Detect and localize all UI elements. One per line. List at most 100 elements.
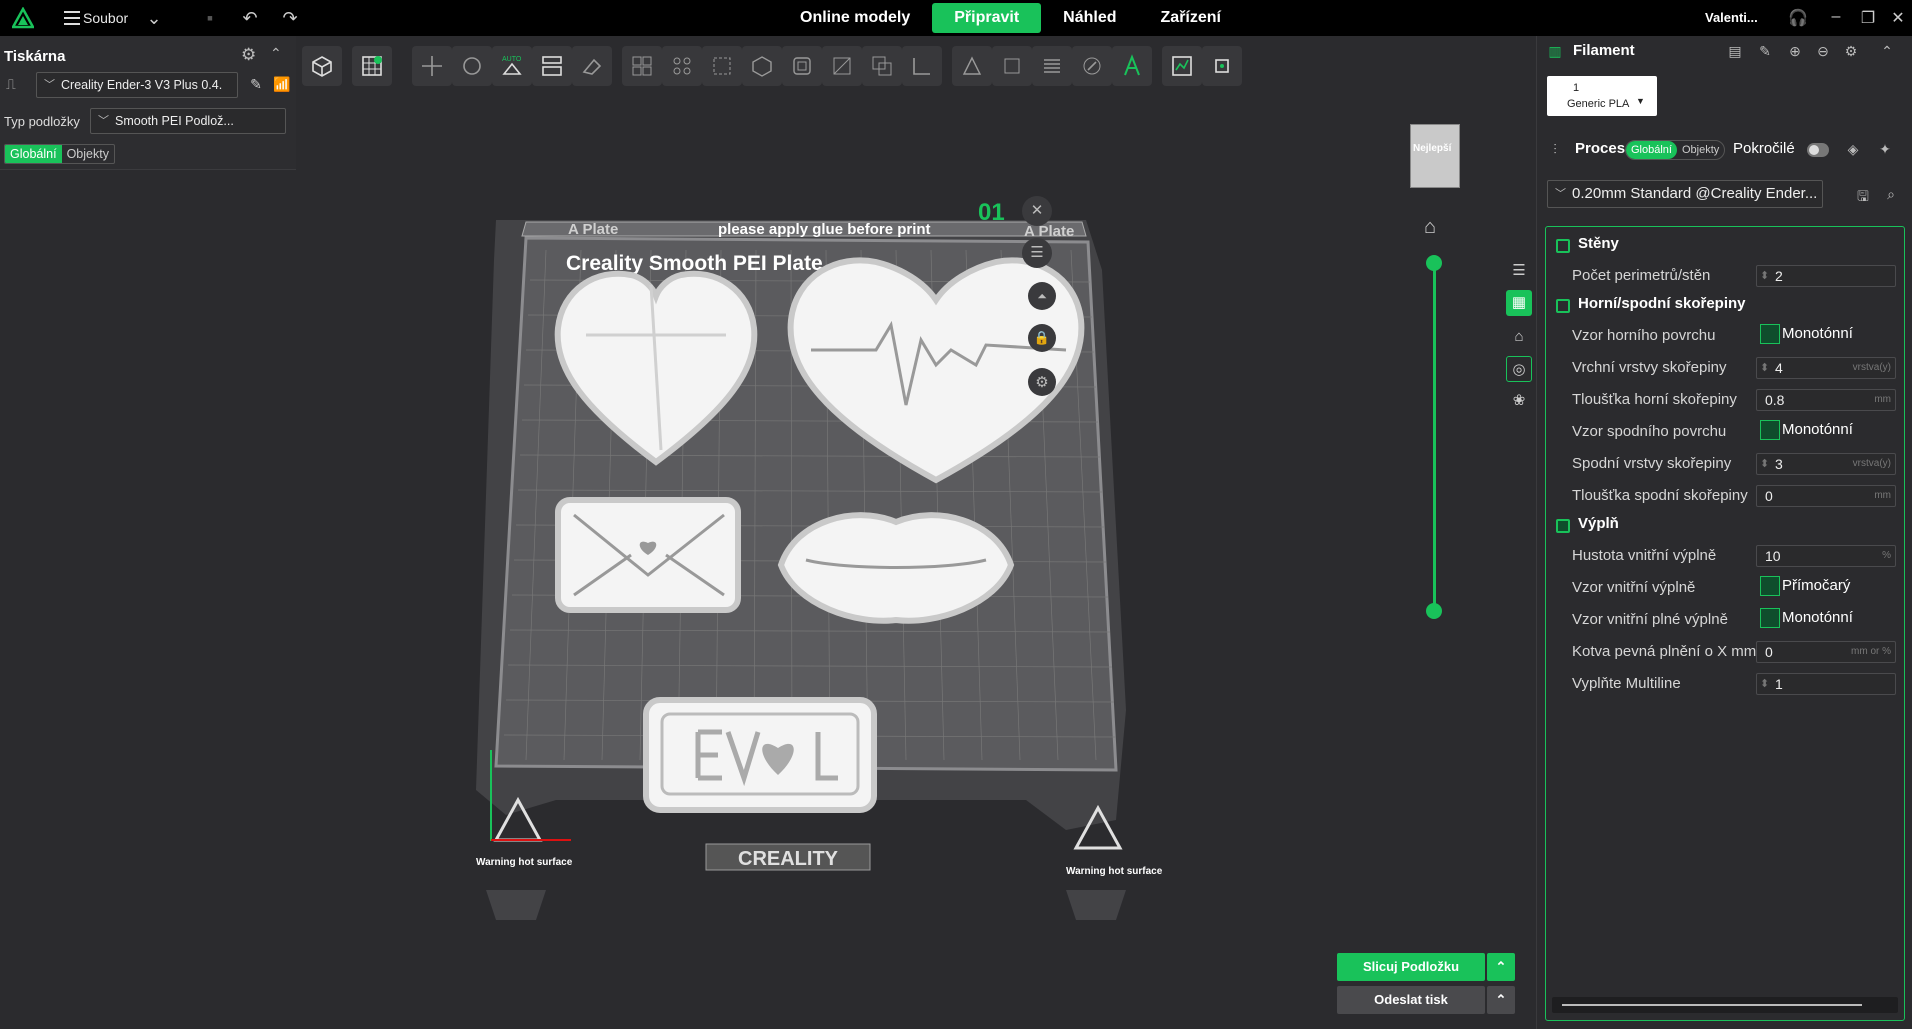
scope-toggle: Globální Objekty [4,144,115,164]
filament-edit-icon[interactable]: ✎ [1755,43,1775,60]
bottom-pattern-select[interactable]: Monotónní [1758,419,1898,441]
process-preset-select[interactable]: ﹀ 0.20mm Standard @Creality Ender... [1547,180,1823,208]
hollow-button[interactable] [782,46,822,86]
file-menu[interactable]: Soubor [83,10,128,26]
save-preset-icon[interactable]: 🖫 [1853,186,1873,210]
save-icon[interactable]: ▪ [198,6,222,30]
edit-icon[interactable]: ✎ [244,72,268,96]
redo-icon[interactable]: ↷ [278,6,302,30]
top-pattern-select[interactable]: Monotónní [1758,323,1898,345]
scope-global[interactable]: Globální [5,145,62,163]
lay-on-face-button[interactable] [572,46,612,86]
model-love-sign[interactable] [643,697,877,813]
objects-list-tab[interactable]: ☰ [1506,258,1532,284]
tab-online-models[interactable]: Online modely [778,3,932,33]
add-filament-icon[interactable]: ⊕ [1785,43,1805,60]
lock-icon[interactable]: 🔒 [1028,324,1056,352]
scale-button[interactable] [702,46,742,86]
search-icon[interactable]: ⌕ [1881,186,1901,203]
compare-icon[interactable]: ◈ [1843,141,1863,158]
scope-objects[interactable]: Objekty [62,145,114,163]
advanced-toggle[interactable] [1807,143,1829,157]
plate-type-select[interactable]: ﹀ Smooth PEI Podlož... [90,108,286,134]
layers-button[interactable] [1032,46,1072,86]
printer-plugin-button[interactable] [1202,46,1242,86]
plate-settings-icon[interactable]: ⚙ [1028,368,1056,396]
plugins-tab[interactable]: ❀ [1506,388,1532,414]
undo-icon[interactable]: ↶ [238,6,262,30]
viewport-3d[interactable]: A Plate A Plate please apply glue before… [296,100,1536,1000]
bottom-layers-input[interactable]: 3 vrstva(y) [1756,453,1896,475]
orient-button[interactable] [412,46,452,86]
send-options-button[interactable]: ⌃ [1487,986,1515,1014]
plate-list-button[interactable]: ☰ [1022,238,1052,268]
printer-select[interactable]: ﹀ Creality Ender-3 V3 Plus 0.4. [36,72,238,98]
infill-pattern-select[interactable]: Přímočarý [1758,575,1898,597]
seam-button[interactable] [952,46,992,86]
infill-density-input[interactable]: 10% [1756,545,1896,567]
user-account[interactable]: Valenti... [1705,10,1758,25]
close-button[interactable]: ✕ [1888,8,1908,28]
scrollbar-thumb[interactable] [1562,1004,1862,1006]
slice-plate-button[interactable]: Slicuj Podložku [1337,953,1485,981]
headset-icon[interactable]: 🎧 [1788,8,1808,28]
layer-slider-bottom-handle[interactable] [1426,603,1442,619]
tab-prepare[interactable]: Připravit [932,3,1042,33]
add-object-button[interactable] [302,46,342,86]
text-button[interactable] [1112,46,1152,86]
split-objects-button[interactable] [622,46,662,86]
model-lips[interactable] [777,512,1015,624]
horizontal-scrollbar[interactable] [1552,997,1898,1013]
auto-arrange-plate-button[interactable]: ⏶ [1028,282,1056,310]
collapse-icon[interactable]: ⌃ [1877,43,1897,60]
collapse-icon[interactable]: ⌃ [270,45,288,63]
measure-button[interactable] [902,46,942,86]
cut-button[interactable] [742,46,782,86]
wifi-icon[interactable]: 📶 [270,72,294,96]
maximize-button[interactable]: ❐ [1858,8,1878,28]
build-plate[interactable]: A Plate A Plate please apply glue before… [466,150,1346,980]
process-tab[interactable]: ▦ [1506,290,1532,316]
split-parts-button[interactable] [662,46,702,86]
boolean-button[interactable] [862,46,902,86]
tab-device[interactable]: Zařízení [1139,3,1243,33]
infill-anchor-input[interactable]: 0 mm or % [1756,641,1896,663]
gear-icon[interactable]: ⚙ [241,45,261,65]
tab-preview[interactable]: Náhled [1041,3,1138,33]
process-scope-objects[interactable]: Objekty [1677,141,1724,159]
menu-icon[interactable] [64,11,80,25]
settings-panel: ▥ Filament ▤ ✎ ⊕ ⊖ ⚙ ⌃ 1 Generic PLA ▼ ⫶… [1536,36,1912,1029]
auto-orient-button[interactable]: AUTO [492,46,532,86]
top-layers-input[interactable]: 4 vrstva(y) [1756,357,1896,379]
minimize-button[interactable]: – [1826,8,1846,26]
arrange-button[interactable] [452,46,492,86]
support-tab[interactable]: ⌂ [1506,324,1532,350]
view-cube[interactable]: Nejlepší [1410,124,1460,188]
wand-icon[interactable]: ✦ [1875,141,1895,158]
filament-sync-icon[interactable]: ▤ [1725,43,1745,60]
filament-slot-1[interactable]: 1 Generic PLA ▼ [1547,76,1657,116]
layer-slider-top-handle[interactable] [1426,255,1442,271]
arrange-all-button[interactable] [532,46,572,86]
solid-infill-pattern-select[interactable]: Monotónní [1758,607,1898,629]
assembly-view-button[interactable] [1162,46,1202,86]
remove-filament-icon[interactable]: ⊖ [1813,43,1833,60]
multiline-input[interactable]: 1 [1756,673,1896,695]
layer-slider-track[interactable] [1433,261,1436,611]
gear-icon[interactable]: ⚙ [1841,43,1861,60]
color-paint-button[interactable] [1072,46,1112,86]
slice-options-button[interactable]: ⌃ [1487,953,1515,981]
close-plate-button[interactable]: ✕ [1022,196,1052,226]
model-envelope[interactable] [555,497,741,613]
emboss-button[interactable] [992,46,1032,86]
wall-loops-input[interactable]: 2 [1756,265,1896,287]
send-print-button[interactable]: Odeslat tisk [1337,986,1485,1014]
top-thickness-input[interactable]: 0.8 mm [1756,389,1896,411]
target-tab[interactable]: ◎ [1506,356,1532,382]
chevron-down-icon[interactable]: ⌄ [142,6,166,30]
home-icon[interactable]: ⌂ [1424,216,1436,239]
support-paint-button[interactable] [822,46,862,86]
process-scope-global[interactable]: Globální [1626,141,1677,159]
add-plate-button[interactable] [352,46,392,86]
bottom-thickness-input[interactable]: 0 mm [1756,485,1896,507]
